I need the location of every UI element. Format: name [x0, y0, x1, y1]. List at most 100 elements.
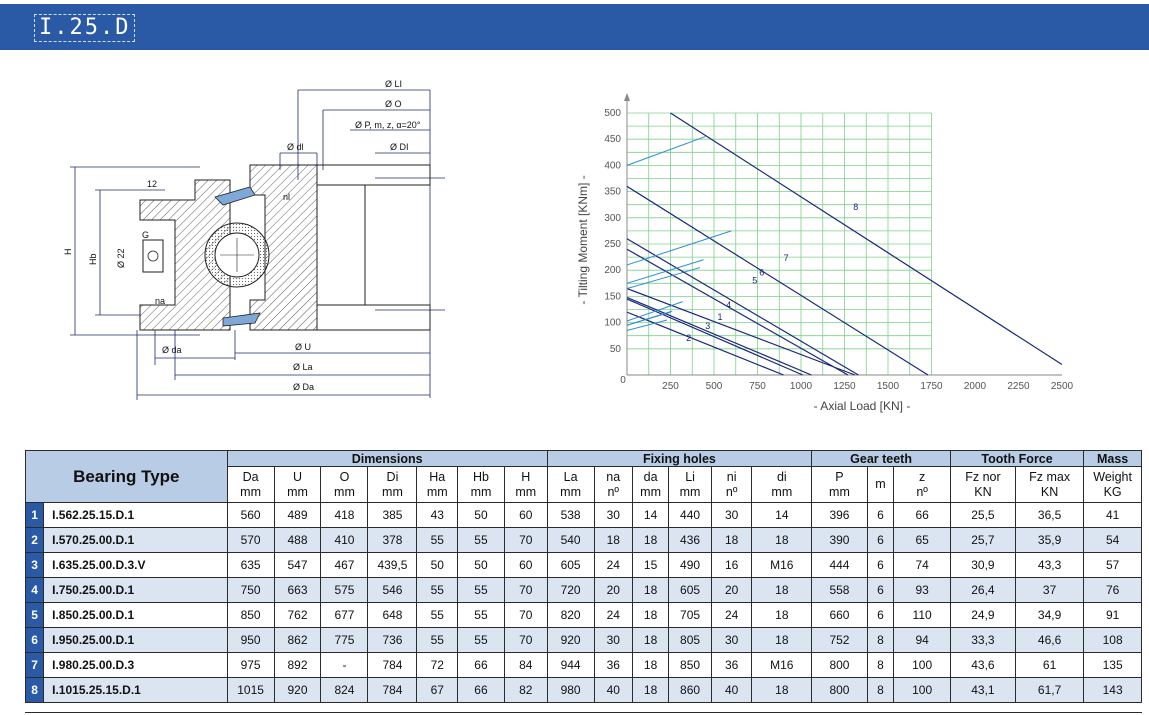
table-cell: 418	[320, 502, 369, 528]
table-cell: 860	[668, 677, 712, 703]
column-header: Fz max KN	[1014, 466, 1085, 503]
chart-y-tick-label: 50	[610, 344, 622, 355]
table-cell: 110	[893, 602, 951, 628]
table-cell: 444	[811, 552, 868, 578]
table-cell: 8	[866, 677, 895, 703]
row-index: 6	[24, 627, 45, 653]
column-header-unit: KN	[974, 484, 992, 499]
chart-x-tick-label: 1750	[920, 381, 943, 392]
label-da: Ø da	[162, 345, 182, 355]
table-cell: 18	[631, 527, 670, 553]
bearing-cross-section-drawing: Ø LI Ø O Ø P, m, z, α=20° Ø dl Ø DI nl 1…	[63, 79, 445, 400]
load-chart: 1 2 3 4 56 7 8 0 250 500 750 1000 1250 1500 1750 2000 2…	[576, 93, 1074, 413]
table-cell: 980	[546, 677, 595, 703]
table-cell: 1015	[226, 677, 275, 703]
table-cell: 762	[273, 602, 322, 628]
column-header-symbol: Weight	[1093, 469, 1132, 484]
table-row: 5 I.850.25.00.D.1 850 762 677 648 55 55 70 820 24 1…	[24, 602, 1142, 628]
table-cell: -	[320, 652, 369, 678]
column-header: Ha mm	[416, 466, 459, 503]
table-cell: 66	[893, 502, 951, 528]
column-header: Di mm	[367, 466, 418, 503]
column-header-unit: mm	[287, 484, 308, 499]
table-row: 1 I.562.25.15.D.1 560 489 418 385 43 50 60 538 30 1…	[24, 502, 1142, 528]
table-cell: 70	[503, 627, 548, 653]
table-row: 6 I.950.25.00.D.1 950 862 775 736 55 55 70 920 30 1…	[24, 627, 1142, 653]
label-la: Ø La	[293, 362, 313, 372]
table-cell: 35,9	[1014, 527, 1085, 553]
column-header-symbol: Li	[685, 469, 695, 484]
group-gear-teeth: Gear teeth	[811, 450, 951, 467]
column-header-unit: nº	[916, 484, 928, 499]
table-cell: 54	[1083, 527, 1142, 553]
table-cell: 6	[866, 527, 895, 553]
table-cell: 43	[416, 502, 459, 528]
column-header: Hb mm	[457, 466, 505, 503]
column-header: da mm	[631, 466, 670, 503]
chart-y-tick-label: 350	[604, 187, 621, 198]
row-index: 5	[24, 602, 45, 628]
label-li: Ø LI	[385, 79, 402, 89]
table-cell: 74	[893, 552, 951, 578]
table-cell: 34,9	[1014, 602, 1085, 628]
table-cell: 50	[457, 502, 505, 528]
column-header-unit: KG	[1103, 484, 1122, 499]
table-cell: 800	[811, 652, 868, 678]
chart-x-tick-label: 750	[749, 381, 766, 392]
table-cell: 575	[320, 577, 369, 603]
label-dl: Ø dl	[287, 142, 304, 152]
table-cell: 390	[811, 527, 868, 553]
table-cell: 546	[367, 577, 418, 603]
column-header-unit: mm	[515, 484, 537, 499]
table-cell: 93	[893, 577, 951, 603]
chart-series-line	[626, 185, 929, 376]
row-index: 7	[24, 652, 45, 678]
column-header: m	[866, 466, 895, 503]
table-cell: 55	[416, 577, 459, 603]
label-u: Ø U	[295, 342, 311, 352]
table-cell: 6	[866, 502, 895, 528]
table-cell: 920	[546, 627, 595, 653]
chart-y-tick-label: 100	[604, 318, 621, 329]
table-cell: 18	[751, 602, 813, 628]
column-header-unit: mm	[679, 484, 701, 499]
row-index: 1	[24, 502, 45, 528]
table-cell: 824	[320, 677, 369, 703]
table-cell: 24	[593, 552, 633, 578]
table-cell: 30	[710, 627, 753, 653]
table-cell: 46,6	[1014, 627, 1085, 653]
table-cell: 750	[226, 577, 275, 603]
table-cell: 61,7	[1014, 677, 1085, 703]
table-cell: 24	[710, 602, 753, 628]
column-header-symbol: Da	[242, 469, 259, 484]
table-cell: 108	[1083, 627, 1142, 653]
table-cell: 55	[416, 627, 459, 653]
column-header-symbol: H	[521, 469, 531, 484]
table-cell: 40	[710, 677, 753, 703]
chart-y-tick-label: 400	[604, 160, 621, 171]
column-header-symbol: ni	[726, 469, 737, 484]
table-cell: 33,3	[949, 627, 1016, 653]
table-cell: 736	[367, 627, 418, 653]
table-cell: 36,5	[1014, 502, 1085, 528]
table-row: 7 I.980.25.00.D.3 975 892-784 72 66 84 944 36 18 8…	[24, 652, 1142, 678]
table-cell: 30	[710, 502, 753, 528]
table-cell: 67	[416, 677, 459, 703]
table-cell: 60	[503, 502, 548, 528]
column-header-symbol: m	[875, 477, 886, 491]
table-cell: 18	[631, 652, 670, 678]
table-cell: 635	[226, 552, 275, 578]
chart-y-axis-arrow	[624, 93, 630, 101]
column-header: z nº	[893, 466, 951, 503]
table-cell: 43,6	[949, 652, 1016, 678]
column-header-symbol: z	[919, 469, 926, 484]
table-cell: 76	[1083, 577, 1142, 603]
column-header-symbol: da	[643, 469, 658, 484]
table-cell: 677	[320, 602, 369, 628]
column-header-symbol: na	[606, 469, 621, 484]
bearing-type-name: I.1015.25.15.D.1	[43, 677, 228, 703]
chart-series-line	[626, 296, 812, 376]
product-code: I.25.D	[34, 14, 136, 42]
table-cell: 820	[546, 602, 595, 628]
table-cell: 705	[668, 602, 712, 628]
